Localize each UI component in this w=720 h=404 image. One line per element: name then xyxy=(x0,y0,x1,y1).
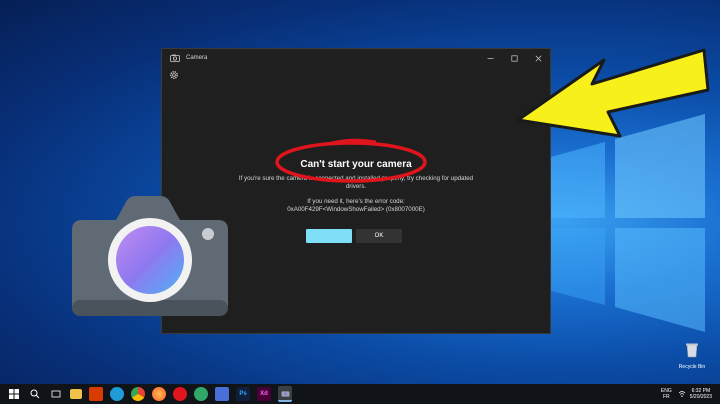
start-button[interactable] xyxy=(7,387,21,401)
vpn-app-button[interactable] xyxy=(215,387,229,401)
task-view-button[interactable] xyxy=(49,387,63,401)
xd-button[interactable]: Xd xyxy=(257,387,271,401)
clock[interactable]: 6:32 PM 5/20/2023 xyxy=(690,388,712,400)
windows-start-icon xyxy=(9,389,19,399)
dialog-buttons: OK xyxy=(306,229,402,243)
camera-icon xyxy=(281,390,289,397)
camera-icon xyxy=(170,54,180,62)
chrome-button[interactable] xyxy=(131,387,145,401)
taskbar: Ps Xd ENG FR 6:32 PM 5/20/2023 xyxy=(0,384,720,404)
gear-icon[interactable] xyxy=(169,70,179,80)
annotation-arrow xyxy=(516,48,710,138)
firefox-button[interactable] xyxy=(152,387,166,401)
media-app-button[interactable] xyxy=(194,387,208,401)
search-icon xyxy=(30,389,40,399)
taskbar-search[interactable] xyxy=(28,387,42,401)
wifi-icon[interactable] xyxy=(678,390,686,398)
opera-button[interactable] xyxy=(173,387,187,401)
task-view-icon xyxy=(51,390,61,398)
recycle-bin[interactable]: Recycle Bin xyxy=(672,342,712,370)
clock-date: 5/20/2023 xyxy=(689,394,712,400)
desktop: Camera Can't start your camera If you're… xyxy=(0,0,720,404)
primary-button[interactable] xyxy=(306,229,352,243)
window-title: Camera xyxy=(186,55,208,61)
title-bar[interactable]: Camera xyxy=(162,49,550,67)
file-explorer-button[interactable] xyxy=(70,389,82,399)
recycle-bin-label: Recycle Bin xyxy=(678,364,706,370)
system-tray: ENG FR 6:32 PM 5/20/2023 xyxy=(661,384,712,404)
ok-button[interactable]: OK xyxy=(356,229,402,243)
language-indicator[interactable]: ENG FR xyxy=(661,388,672,400)
keyboard-layout: FR xyxy=(662,394,670,400)
minimize-button[interactable] xyxy=(478,49,502,67)
recycle-bin-icon xyxy=(686,343,698,358)
minimize-icon xyxy=(487,57,493,59)
edge-button[interactable] xyxy=(110,387,124,401)
annotation-circle xyxy=(275,138,427,183)
camera-app-icon xyxy=(72,196,228,316)
camera-taskbar-button[interactable] xyxy=(278,386,292,402)
photoshop-button[interactable]: Ps xyxy=(236,387,250,401)
office-button[interactable] xyxy=(89,387,103,401)
